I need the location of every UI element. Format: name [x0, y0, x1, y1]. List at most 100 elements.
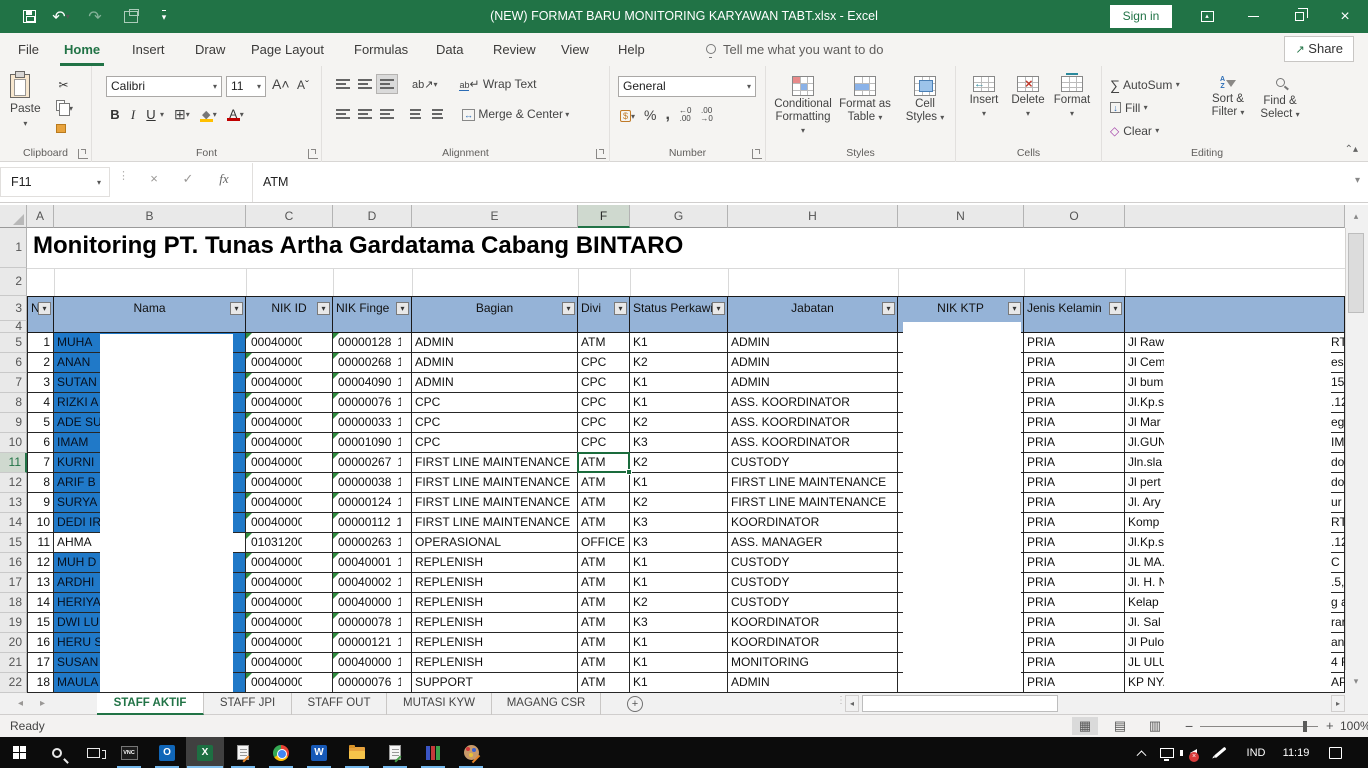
filter-header-jabatan[interactable]: Jabatan▾	[728, 296, 898, 333]
row-header-12[interactable]: 12	[0, 473, 27, 493]
cell-nik_finger-row14[interactable]: 000001121	[333, 513, 412, 533]
tab-insert[interactable]: Insert	[128, 33, 169, 66]
row-header-15[interactable]: 15	[0, 533, 27, 553]
column-header-F[interactable]: F	[578, 205, 630, 228]
sheet-tab-staff-jpi[interactable]: STAFF JPI	[204, 693, 292, 715]
vscroll-thumb[interactable]	[1348, 233, 1364, 313]
cell-no-row9[interactable]: 5	[27, 413, 54, 433]
accounting-format-button[interactable]: $▾	[620, 108, 635, 122]
cell-nik_finger-row22[interactable]: 000000761	[333, 673, 412, 693]
filter-header-nama[interactable]: Nama▾	[54, 296, 246, 333]
zoom-slider-thumb[interactable]	[1303, 721, 1307, 732]
cell-status_perkawinan-row6[interactable]: K2	[630, 353, 728, 373]
paste-button[interactable]: Paste▾	[10, 74, 41, 129]
align-right-button[interactable]	[376, 104, 398, 124]
cell-nik_finger-row20[interactable]: 000001211	[333, 633, 412, 653]
cell-jenis_kelamin-row8[interactable]: PRIA	[1024, 393, 1125, 413]
tab-review[interactable]: Review	[489, 33, 540, 66]
cell-nik_id-row7[interactable]: 00040000	[246, 373, 333, 393]
vscroll-down-icon[interactable]: ▾	[1345, 670, 1367, 693]
taskbar-chrome[interactable]	[262, 737, 300, 768]
clock[interactable]: 11:19	[1276, 737, 1316, 768]
sign-in-button[interactable]: Sign in	[1110, 5, 1172, 28]
cell-jabatan-row22[interactable]: ADMIN	[728, 673, 898, 693]
filter-header-nik_finger[interactable]: NIK Finge▾	[333, 296, 412, 333]
cell-nik_id-row16[interactable]: 00040000	[246, 553, 333, 573]
sort-filter-button[interactable]: AZ Sort &Filter ▾	[1202, 76, 1254, 119]
tray-expand-icon[interactable]	[1130, 737, 1152, 768]
cell-nik_id-row15[interactable]: 01031200	[246, 533, 333, 553]
row-header-6[interactable]: 6	[0, 353, 27, 373]
cell-jenis_kelamin-row18[interactable]: PRIA	[1024, 593, 1125, 613]
cell-status_perkawinan-row18[interactable]: K2	[630, 593, 728, 613]
cell-jenis_kelamin-row10[interactable]: PRIA	[1024, 433, 1125, 453]
cell-no-row6[interactable]: 2	[27, 353, 54, 373]
cell-no-row22[interactable]: 18	[27, 673, 54, 693]
row-header-18[interactable]: 18	[0, 593, 27, 613]
column-header-D[interactable]: D	[333, 205, 412, 228]
clear-button[interactable]: ◇Clear ▾	[1110, 120, 1159, 141]
cell-jabatan-row11[interactable]: CUSTODY	[728, 453, 898, 473]
cell-jenis_kelamin-row19[interactable]: PRIA	[1024, 613, 1125, 633]
row-header-16[interactable]: 16	[0, 553, 27, 573]
volume-muted-icon[interactable]: ×	[1181, 737, 1205, 768]
start-button[interactable]	[0, 737, 38, 768]
bold-button[interactable]: B	[106, 107, 124, 122]
selected-cell-F11[interactable]	[577, 452, 630, 473]
cell-bagian-row7[interactable]: ADMIN	[412, 373, 578, 393]
cell-status_perkawinan-row8[interactable]: K1	[630, 393, 728, 413]
cell-jabatan-row6[interactable]: ADMIN	[728, 353, 898, 373]
taskbar-word[interactable]: W	[300, 737, 338, 768]
cell-jabatan-row18[interactable]: CUSTODY	[728, 593, 898, 613]
cell-jenis_kelamin-row11[interactable]: PRIA	[1024, 453, 1125, 473]
number-format-select[interactable]: General▾	[618, 76, 756, 97]
cell-divisi-row12[interactable]: ATM	[578, 473, 630, 493]
filter-header-nik_id[interactable]: NIK ID▾	[246, 296, 333, 333]
grow-font-button[interactable]: A˄	[272, 76, 290, 92]
cell-divisi-row6[interactable]: CPC	[578, 353, 630, 373]
wrap-text-button[interactable]: ab↵ Wrap Text	[459, 77, 536, 91]
shrink-font-button[interactable]: Aˇ	[297, 78, 309, 92]
number-dialog-launcher-icon[interactable]	[752, 149, 762, 159]
cell-jenis_kelamin-row14[interactable]: PRIA	[1024, 513, 1125, 533]
cell-jabatan-row9[interactable]: ASS. KOORDINATOR	[728, 413, 898, 433]
cell-nik_finger-row18[interactable]: 000400001	[333, 593, 412, 613]
cell-bagian-row5[interactable]: ADMIN	[412, 333, 578, 353]
pen-input-icon[interactable]	[1208, 737, 1232, 768]
network-icon[interactable]	[1155, 737, 1179, 768]
cell-status_perkawinan-row17[interactable]: K1	[630, 573, 728, 593]
filter-header-bagian[interactable]: Bagian▾	[412, 296, 578, 333]
row-header-3[interactable]: 3	[0, 296, 27, 321]
restore-icon[interactable]	[1276, 0, 1322, 33]
name-box-dropdown-icon[interactable]: ▾	[97, 178, 109, 187]
cell-nik_id-row9[interactable]: 00040000	[246, 413, 333, 433]
cell-jenis_kelamin-row15[interactable]: PRIA	[1024, 533, 1125, 553]
middle-align-button[interactable]	[354, 74, 376, 94]
cell-status_perkawinan-row15[interactable]: K3	[630, 533, 728, 553]
new-sheet-icon[interactable]: +	[627, 696, 643, 712]
align-left-button[interactable]	[332, 104, 354, 124]
cell-divisi-row14[interactable]: ATM	[578, 513, 630, 533]
cell-jabatan-row5[interactable]: ADMIN	[728, 333, 898, 353]
cell-jabatan-row14[interactable]: KOORDINATOR	[728, 513, 898, 533]
format-as-table-button[interactable]: Format asTable ▾	[834, 76, 896, 124]
cell-no-row5[interactable]: 1	[27, 333, 54, 353]
cell-jabatan-row7[interactable]: ADMIN	[728, 373, 898, 393]
cell-nik_id-row11[interactable]: 00040000	[246, 453, 333, 473]
cut-button[interactable]: ✂	[56, 78, 71, 92]
cell-nik_finger-row9[interactable]: 000000331	[333, 413, 412, 433]
tab-help[interactable]: Help	[614, 33, 649, 66]
insert-function-icon[interactable]: fx	[212, 171, 236, 187]
cell-jenis_kelamin-row16[interactable]: PRIA	[1024, 553, 1125, 573]
zoom-slider[interactable]	[1200, 726, 1318, 727]
copy-button[interactable]: ▾	[56, 100, 73, 114]
cell-jabatan-row19[interactable]: KOORDINATOR	[728, 613, 898, 633]
cell-divisi-row18[interactable]: ATM	[578, 593, 630, 613]
cell-bagian-row15[interactable]: OPERASIONAL	[412, 533, 578, 553]
tab-data[interactable]: Data	[432, 33, 467, 66]
row-header-1[interactable]: 1	[0, 228, 27, 268]
cell-divisi-row10[interactable]: CPC	[578, 433, 630, 453]
cell-nik_id-row13[interactable]: 00040000	[246, 493, 333, 513]
filter-header-status_perkawinan[interactable]: Status Perkawi▾	[630, 296, 728, 333]
cell-status_perkawinan-row14[interactable]: K3	[630, 513, 728, 533]
